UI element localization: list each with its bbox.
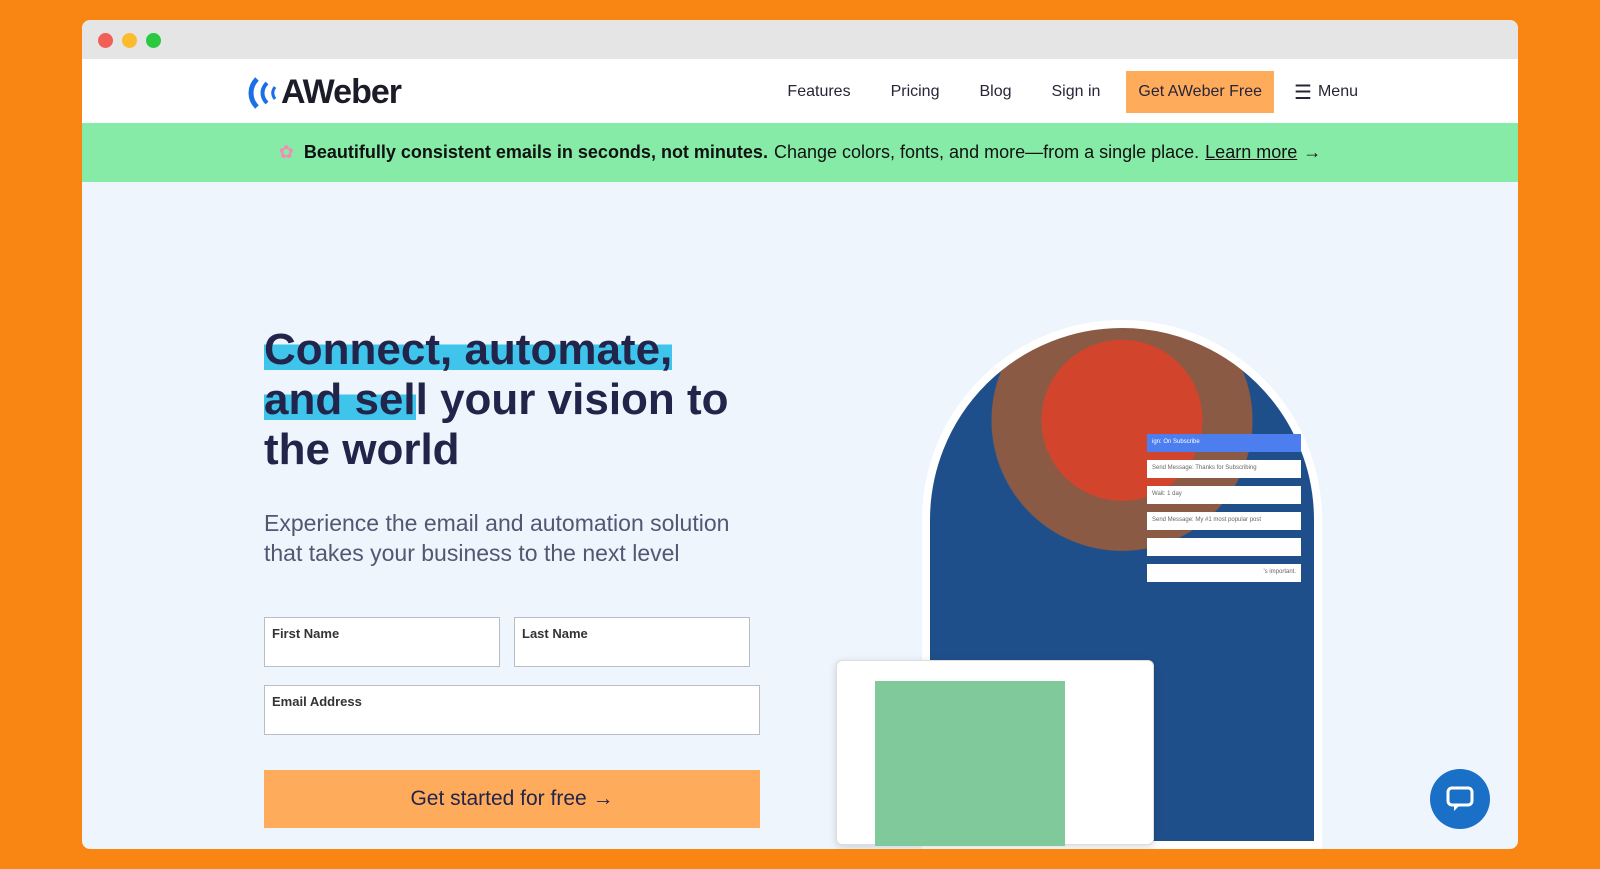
nav-features[interactable]: Features	[787, 83, 850, 101]
minimize-dot[interactable]	[122, 33, 137, 48]
email-label: Email Address	[272, 694, 362, 709]
last-name-field[interactable]: Last Name	[514, 617, 750, 667]
hero-title: Connect, automate, and sell your vision t…	[264, 325, 744, 475]
title-bar	[82, 20, 1518, 59]
chat-button[interactable]	[1430, 769, 1490, 829]
workflow-step	[1147, 538, 1301, 556]
top-nav: AWeber Features Pricing Blog Sign in Get…	[82, 59, 1518, 123]
banner-text: Change colors, fonts, and more—from a si…	[773, 142, 1200, 162]
palette-icon: ✿	[278, 142, 294, 162]
email-field[interactable]: Email Address	[264, 685, 760, 735]
browser-window: AWeber Features Pricing Blog Sign in Get…	[82, 20, 1518, 849]
close-dot[interactable]	[98, 33, 113, 48]
aweber-logo[interactable]: AWeber	[247, 73, 402, 112]
email-editor-preview	[836, 660, 1154, 846]
banner-headline: Beautifully consistent emails in seconds…	[303, 142, 768, 162]
workflow-step: Send Message: My #1 most popular post	[1147, 512, 1301, 530]
announcement-banner: ✿ Beautifully consistent emails in secon…	[82, 123, 1518, 182]
last-name-label: Last Name	[522, 626, 588, 641]
hero-subtitle: Experience the email and automation solu…	[264, 510, 730, 566]
workflow-step: 's important.	[1147, 564, 1301, 582]
hero-image	[836, 320, 1402, 849]
menu-label: Menu	[1317, 83, 1358, 100]
maximize-dot[interactable]	[146, 33, 161, 48]
nav-pricing[interactable]: Pricing	[891, 83, 940, 101]
first-name-field[interactable]: First Name	[264, 617, 500, 667]
first-name-label: First Name	[272, 626, 340, 641]
get-aweber-free-button[interactable]: Get AWeber Free	[1126, 71, 1275, 113]
nav-sign-in[interactable]: Sign in	[1052, 83, 1101, 101]
learn-more-link[interactable]: Learn more	[1205, 142, 1297, 163]
menu-button[interactable]: ☰ Menu	[1294, 80, 1358, 105]
get-started-button[interactable]: Get started for free →	[264, 770, 760, 828]
logo-waves-icon	[248, 76, 277, 109]
workflow-step: Send Message: Thanks for Subscribing	[1147, 460, 1301, 478]
nav-blog[interactable]: Blog	[979, 83, 1011, 101]
workflow-step: ign: On Subscribe	[1147, 434, 1301, 452]
hamburger-icon: ☰	[1294, 81, 1312, 104]
workflow-step: Wait: 1 day	[1147, 486, 1301, 504]
chat-bubble-icon	[1446, 786, 1474, 811]
title-highlight-1: Connect, automate,	[264, 325, 673, 374]
logo-text: AWeber	[281, 73, 402, 111]
title-highlight-2: and sel	[264, 375, 416, 424]
arrow-right-icon: →	[1303, 142, 1322, 162]
